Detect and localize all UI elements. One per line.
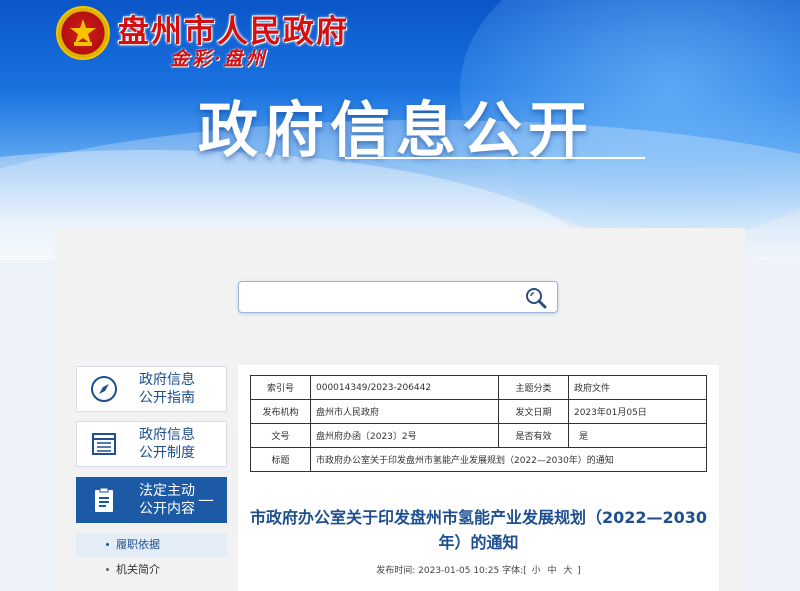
meta-value: 000014349/2023-206442 — [310, 375, 499, 400]
meta-key: 发布机构 — [250, 399, 311, 424]
table-row: 索引号 000014349/2023-206442 主题分类 政府文件 — [250, 375, 707, 400]
sidebar-item-label: 政府信息 公开指南 — [139, 372, 195, 406]
bullet-icon — [106, 543, 109, 546]
meta-value: 市政府办公室关于印发盘州市氢能产业发展规划（2022—2030年）的通知 — [310, 447, 707, 472]
national-emblem-icon — [56, 6, 110, 60]
sidebar-item-disclosure-system[interactable]: 政府信息 公开制度 — [76, 421, 227, 467]
table-row: 文号 盘州府办函〔2023〕2号 是否有效 是 — [250, 423, 707, 448]
search-box — [238, 281, 558, 313]
meta-key: 索引号 — [250, 375, 311, 400]
search-input[interactable] — [245, 286, 515, 308]
document-content: 索引号 000014349/2023-206442 主题分类 政府文件 发布机构… — [238, 365, 719, 591]
sidebar-subitem-label: 机关简介 — [116, 563, 160, 576]
font-size-label: 字体:[ — [502, 566, 527, 576]
page-heading: 政府信息公开 — [198, 96, 594, 166]
meta-key: 标题 — [250, 447, 311, 472]
document-title: 市政府办公室关于印发盘州市氢能产业发展规划（2022—2030年）的通知 — [249, 508, 708, 552]
sidebar-subitem-label: 履职依据 — [116, 538, 160, 551]
meta-value: 是 — [568, 423, 707, 448]
meta-key: 主题分类 — [498, 375, 569, 400]
document-list-icon — [87, 427, 121, 461]
table-row: 发布机构 盘州市人民政府 发文日期 2023年01月05日 — [250, 399, 707, 424]
document-meta-table: 索引号 000014349/2023-206442 主题分类 政府文件 发布机构… — [250, 375, 707, 472]
table-row: 标题 市政府办公室关于印发盘州市氢能产业发展规划（2022—2030年）的通知 — [250, 447, 707, 472]
collapse-toggle[interactable]: — — [198, 490, 214, 509]
search-button[interactable] — [523, 285, 549, 311]
emblem-star-icon — [70, 19, 96, 46]
font-size-close: ] — [577, 566, 581, 576]
sidebar-item-disclosure-guide[interactable]: 政府信息 公开指南 — [76, 366, 227, 412]
font-size-small-button[interactable]: 小 — [532, 566, 541, 576]
publish-label: 发布时间: — [376, 566, 416, 576]
heading-underline — [345, 157, 645, 159]
main-panel: 政府信息 公开指南 政府信息 公开制度 法定主动 公开内容 — 履职依据 机关简… — [55, 228, 745, 591]
clipboard-icon — [87, 483, 121, 517]
font-size-large-button[interactable]: 大 — [563, 566, 572, 576]
header-banner: 盘州市人民政府 金彩·盘州 政府信息公开 — [0, 0, 800, 260]
compass-icon — [87, 372, 121, 406]
sidebar-item-label: 法定主动 公开内容 — [139, 483, 195, 517]
meta-value: 盘州市人民政府 — [310, 399, 499, 424]
meta-value: 2023年01月05日 — [568, 399, 707, 424]
meta-value: 政府文件 — [568, 375, 707, 400]
sidebar-item-label: 政府信息 公开制度 — [139, 427, 195, 461]
bullet-icon — [106, 568, 109, 571]
publish-info: 发布时间: 2023-01-05 10:25 字体:[ 小 中 大 ] — [238, 563, 719, 576]
publish-time: 2023-01-05 10:25 — [418, 566, 500, 576]
font-size-medium-button[interactable]: 中 — [547, 566, 556, 576]
meta-key: 发文日期 — [498, 399, 569, 424]
sidebar-subitem-duty-basis[interactable]: 履职依据 — [76, 533, 227, 557]
meta-key: 文号 — [250, 423, 311, 448]
meta-key: 是否有效 — [498, 423, 569, 448]
sidebar-subitem-agency-profile[interactable]: 机关简介 — [76, 558, 227, 582]
meta-value: 盘州府办函〔2023〕2号 — [310, 423, 499, 448]
site-slogan: 金彩·盘州 — [170, 48, 268, 70]
sidebar-item-statutory-disclosure[interactable]: 法定主动 公开内容 — — [76, 477, 227, 523]
search-icon — [526, 288, 547, 309]
